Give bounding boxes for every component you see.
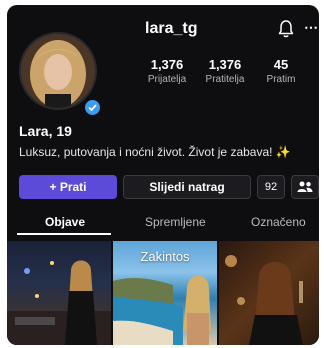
post-thumbnail[interactable] (219, 241, 319, 345)
posts-grid: Zakintos (7, 241, 319, 345)
profile-tabs: Objave Spremljene Označeno (7, 209, 319, 237)
post-image (7, 260, 111, 345)
profile-bio: Luksuz, putovanja i noćni život. Život j… (19, 145, 315, 159)
profile-screen: lara_tg ⋯ 1,376 Prijatelja 1,376 Pratite… (7, 5, 319, 345)
tab-posts[interactable]: Objave (45, 215, 85, 229)
post-image (225, 255, 303, 345)
stat-following[interactable]: 45 Pratim (251, 57, 311, 85)
add-friend-icon (297, 181, 313, 192)
stat-label: Pratitelja (205, 74, 245, 85)
tab-saved[interactable]: Spremljene (145, 215, 206, 229)
post-thumbnail[interactable] (7, 241, 111, 345)
more-icon[interactable]: ⋯ (304, 19, 319, 36)
profile-username: lara_tg (145, 20, 198, 37)
profile-stats: 1,376 Prijatelja 1,376 Pratitelja 45 Pra… (137, 57, 317, 97)
add-friend-button[interactable] (291, 175, 319, 199)
follow-button[interactable]: + Prati (19, 175, 117, 199)
bio-text: Luksuz, putovanja i noćni život. Život j… (19, 145, 273, 159)
action-buttons: + Prati Slijedi natrag 92 (19, 175, 319, 199)
verified-badge-icon (83, 98, 102, 117)
avatar-photo (21, 34, 95, 108)
stat-value: 1,376 (150, 57, 184, 72)
profile-name: Lara, 19 (19, 123, 72, 139)
follow-back-button[interactable]: Slijedi natrag (123, 175, 251, 199)
stat-friends[interactable]: 1,376 Prijatelja (137, 57, 197, 85)
tab-tagged[interactable]: Označeno (251, 215, 306, 229)
stat-followers[interactable]: 1,376 Pratitelja (195, 57, 255, 85)
message-button[interactable]: 92 (257, 175, 285, 199)
bell-icon[interactable] (278, 20, 294, 38)
stat-label: Pratim (266, 74, 296, 85)
post-thumbnail[interactable]: Zakintos (113, 241, 217, 345)
post-caption-overlay: Zakintos (140, 249, 190, 264)
stat-value: 1,376 (208, 57, 242, 72)
active-tab-indicator (17, 233, 111, 235)
stat-value: 45 (273, 57, 289, 72)
stat-label: Prijatelja (147, 74, 187, 85)
avatar[interactable] (19, 32, 97, 110)
sparkles-emoji: ✨ (275, 145, 291, 159)
